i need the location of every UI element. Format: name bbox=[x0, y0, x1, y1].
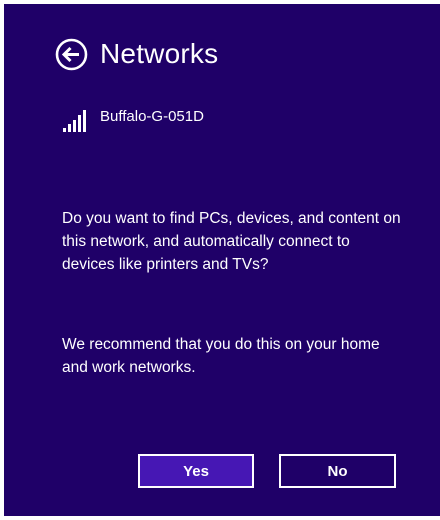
sharing-question: Do you want to find PCs, devices, and co… bbox=[62, 210, 401, 273]
sharing-recommendation: We recommend that you do this on your ho… bbox=[62, 336, 380, 376]
networks-charm-panel: Networks Buffalo-G-051D Do you want to f… bbox=[4, 4, 440, 516]
page-title: Networks bbox=[100, 38, 219, 69]
network-entry: Buffalo-G-051D bbox=[63, 108, 204, 132]
wifi-signal-icon bbox=[63, 110, 87, 132]
header: Networks bbox=[55, 36, 218, 72]
yes-button[interactable]: Yes bbox=[138, 454, 254, 488]
back-arrow-icon[interactable] bbox=[55, 38, 88, 71]
no-button[interactable]: No bbox=[279, 454, 396, 488]
network-name: Buffalo-G-051D bbox=[100, 108, 204, 125]
